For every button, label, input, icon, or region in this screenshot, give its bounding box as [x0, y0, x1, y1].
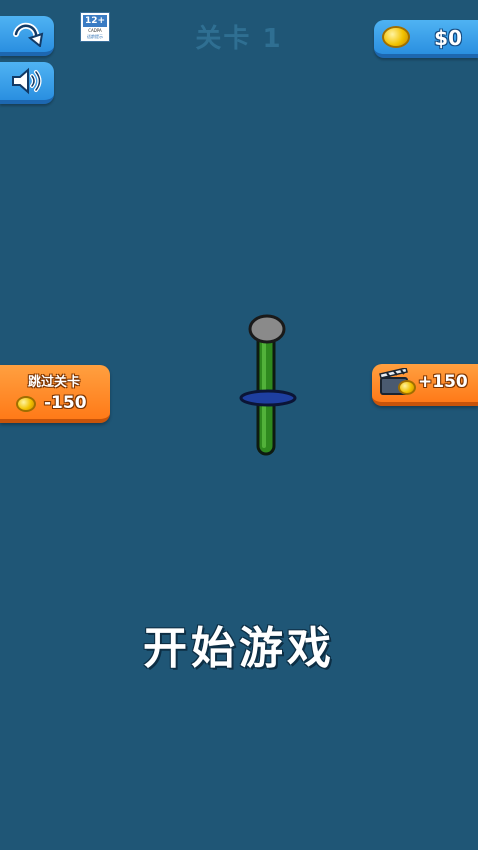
reward-value: +150 [418, 372, 468, 392]
speaker-icon [12, 67, 42, 95]
stick-knob [248, 314, 286, 344]
skip-level-label: 跳过关卡 [27, 375, 80, 390]
coin-icon [382, 26, 410, 48]
sound-button[interactable] [0, 62, 54, 104]
skip-level-cost: -150 [44, 393, 87, 413]
start-game-button[interactable]: 开始游戏 [0, 612, 478, 676]
watch-video-reward-button[interactable]: +150 [372, 364, 478, 406]
coin-balance: $0 [374, 20, 478, 58]
skip-level-button[interactable]: 跳过关卡 -150 [0, 365, 110, 423]
stick-ring [239, 389, 297, 407]
coin-balance-value: $0 [434, 26, 462, 50]
coin-icon [398, 380, 416, 395]
game-stick-object[interactable] [238, 312, 300, 458]
coin-icon [16, 396, 36, 412]
